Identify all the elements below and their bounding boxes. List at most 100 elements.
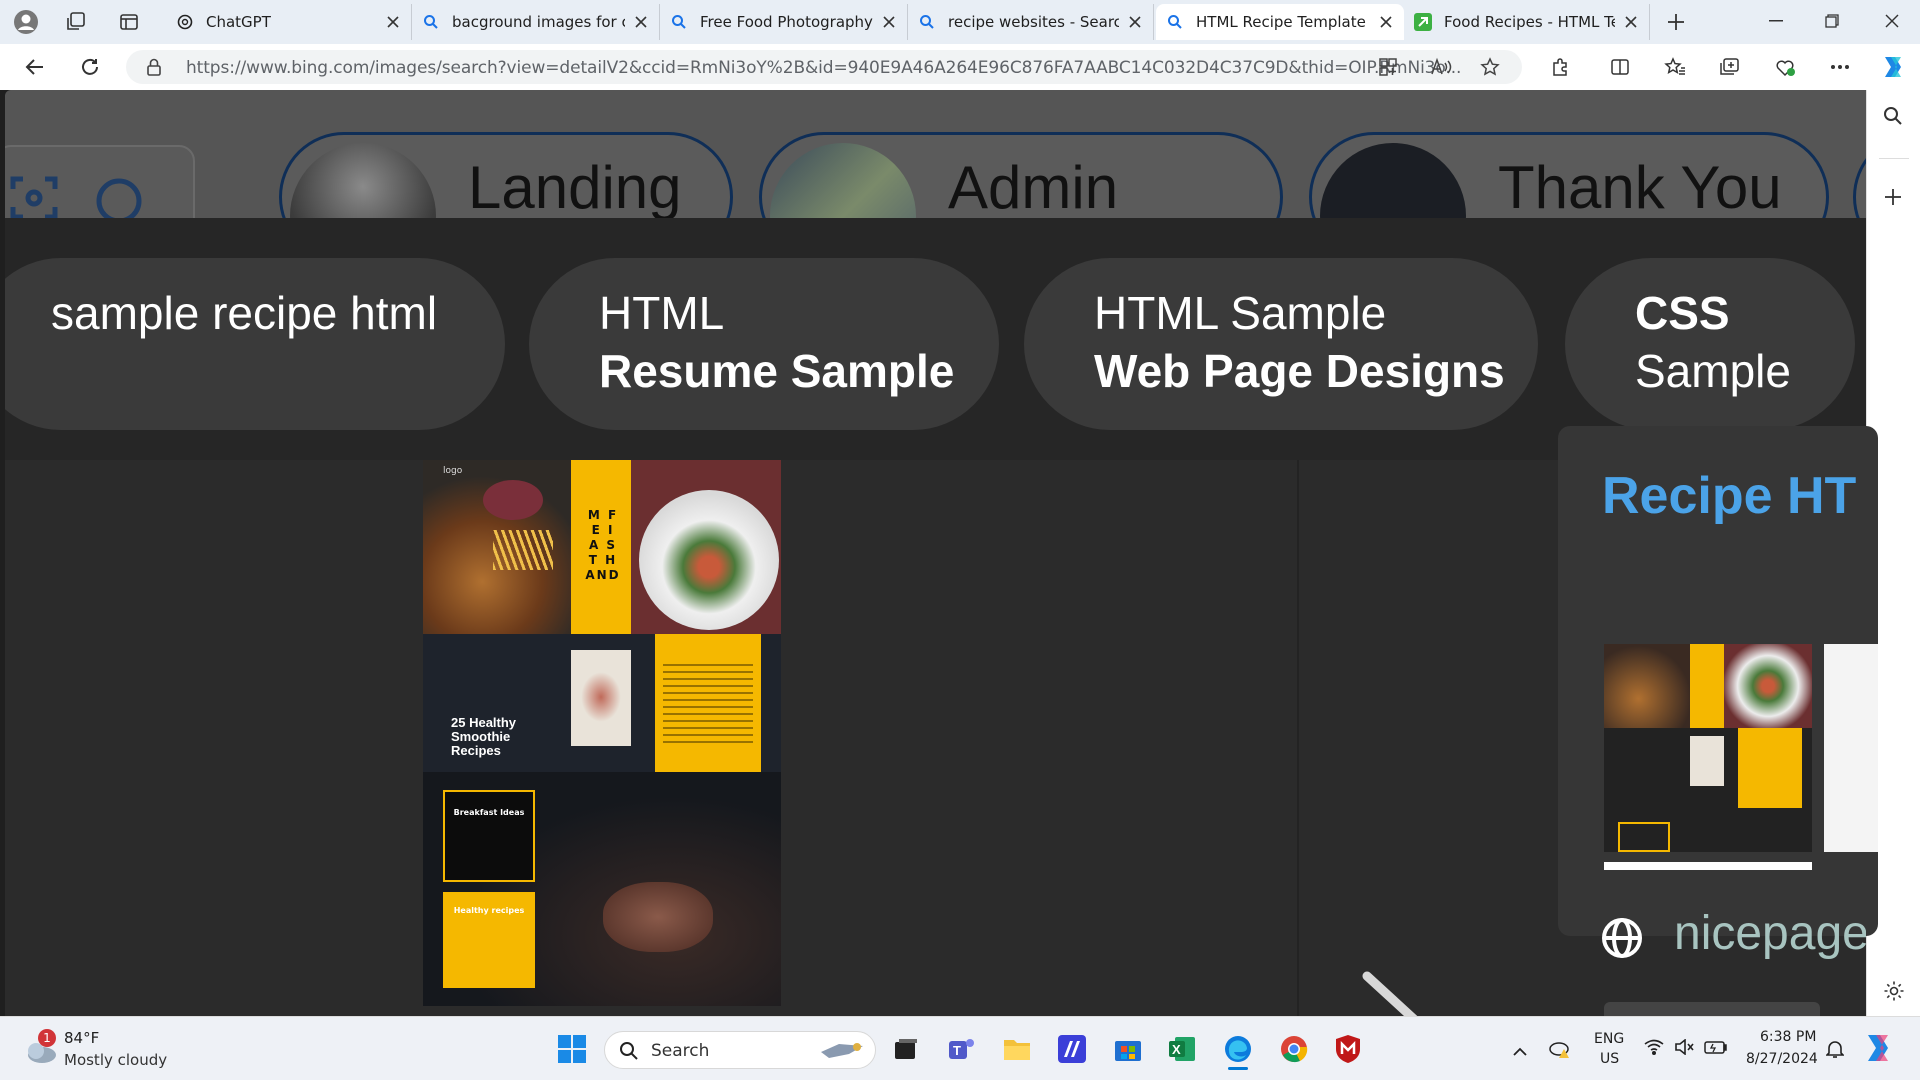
volume-muted-icon[interactable] [1674,1038,1694,1059]
close-icon[interactable] [881,14,897,30]
new-tab-icon[interactable] [1660,6,1692,38]
related-search-line1: HTML [599,287,725,339]
close-icon[interactable] [633,14,649,30]
related-search-line1: HTML Sample [1094,287,1387,339]
second-thumbnail[interactable] [1824,644,1878,852]
url-text: https://www.bing.com/images/search?view=… [186,58,1462,78]
tab-html-recipe-template[interactable]: HTML Recipe Template - S [1156,4,1404,40]
taskbar-search-box[interactable]: Search [604,1031,876,1069]
close-icon[interactable] [1127,14,1143,30]
search-icon[interactable] [1883,106,1903,130]
close-icon[interactable] [1623,14,1639,30]
clock-time[interactable]: 6:38 PM [1760,1029,1816,1045]
weather-description[interactable]: Mostly cloudy [64,1051,167,1069]
related-search-html-resume-sample[interactable]: HTML Resume Sample [529,258,999,430]
svg-text:X: X [1172,1042,1181,1057]
notification-bell-icon[interactable] [1825,1039,1845,1063]
breakfast-box: Breakfast Ideas [443,790,535,882]
extensions-icon[interactable] [1545,52,1575,82]
mcafee-icon[interactable] [1330,1031,1366,1067]
related-search-line1: sample recipe html [51,287,438,339]
language-line1[interactable]: ENG [1594,1031,1624,1047]
close-icon[interactable] [385,14,401,30]
close-icon[interactable] [1378,14,1394,30]
teams-icon[interactable]: T [944,1031,980,1067]
windows-taskbar: 1 84°F Mostly cloudy Search T X ENG US 6… [0,1016,1920,1080]
tab-food-recipes[interactable]: Food Recipes - HTML Tem [1404,4,1650,40]
search-placeholder: Search [651,1041,710,1061]
url-field[interactable]: https://www.bing.com/images/search?view=… [126,50,1522,84]
battery-icon[interactable] [1704,1039,1728,1059]
tab-free-food-photography[interactable]: Free Food Photography - [660,4,908,40]
related-search-html-sample-web-page-designs[interactable]: HTML Sample Web Page Designs [1024,258,1538,430]
source-domain[interactable]: nicepage [1674,906,1866,961]
address-bar-row: https://www.bing.com/images/search?view=… [0,44,1920,90]
tab-label: HTML Recipe Template - S [1196,13,1370,31]
main-preview-image[interactable]: logo M F E I A S T H AND 25 Healthy Smoo… [423,460,781,1006]
related-search-line1: CSS [1635,287,1730,339]
collections-icon[interactable] [1714,52,1744,82]
related-templates-strip: Landing Admin Thank You [5,90,1866,262]
weather-badge: 1 [38,1029,56,1047]
lock-icon[interactable] [146,58,162,80]
task-view-icon[interactable] [888,1031,924,1067]
app-available-icon[interactable] [1378,57,1398,81]
edge-browser-icon[interactable] [1220,1031,1256,1070]
tab-label: bacground images for coo [452,13,625,31]
more-options-icon[interactable] [1825,52,1855,82]
windows-start-icon[interactable] [554,1031,590,1067]
back-icon[interactable] [20,52,50,82]
refresh-icon[interactable] [75,52,105,82]
plate-photo [631,460,781,634]
image-source-card[interactable]: Recipe HT [1558,426,1878,936]
next-arrow-icon[interactable] [1361,970,1421,1016]
weather-cloud-icon[interactable]: 1 [20,1029,60,1069]
chrome-icon[interactable] [1276,1031,1312,1067]
related-search-sample-recipe-html[interactable]: sample recipe html [5,258,505,430]
profile-icon[interactable] [10,6,42,38]
file-explorer-icon[interactable] [999,1031,1035,1067]
store-icon[interactable] [1110,1031,1146,1067]
bing-search-icon [670,13,688,31]
tab-bacground-images[interactable]: bacground images for coo [412,4,660,40]
source-page-title[interactable]: Recipe HT [1602,466,1856,526]
copilot-taskbar-icon[interactable] [1862,1033,1894,1067]
svg-text:T: T [953,1043,961,1058]
wifi-icon[interactable] [1644,1039,1664,1059]
split-screen-icon[interactable] [1605,52,1635,82]
related-search-css-sample[interactable]: CSS Sample [1565,258,1855,430]
tab-actions-icon[interactable] [113,6,145,38]
excel-icon[interactable]: X [1164,1031,1200,1067]
read-aloud-icon[interactable] [1430,57,1452,81]
settings-gear-icon[interactable] [1883,980,1905,1006]
workspaces-icon[interactable] [60,6,92,38]
restore-icon[interactable] [1804,0,1860,42]
browser-essentials-icon[interactable] [1770,52,1800,82]
copilot-icon[interactable] [1878,52,1908,82]
chevron-up-icon[interactable] [1512,1041,1528,1060]
pane-divider [1297,460,1299,1016]
favorite-star-icon[interactable] [1480,57,1500,81]
smoothie-heading: 25 Healthy Smoothie Recipes [451,715,517,758]
small-food-photo [571,650,631,746]
source-thumbnail[interactable] [1604,644,1812,852]
tab-chatgpt[interactable]: ChatGPT [166,4,412,40]
clock-date[interactable]: 8/27/2024 [1746,1051,1818,1067]
ai-app-icon[interactable] [1054,1031,1090,1067]
tab-label: recipe websites - Search [948,13,1119,31]
window-close-icon[interactable] [1864,0,1920,42]
minimize-icon[interactable] [1748,0,1804,42]
favorites-icon[interactable] [1660,52,1690,82]
pill-label: Thank You [1498,154,1782,221]
logo-text: logo [443,466,463,476]
tab-recipe-websites[interactable]: recipe websites - Search [908,4,1154,40]
healthy-recipes-box: Healthy recipes [443,892,535,988]
language-line2[interactable]: US [1600,1051,1619,1067]
search-highlight-icon [819,1038,867,1066]
weather-temp[interactable]: 84°F [64,1029,99,1047]
visit-site-button[interactable] [1604,1002,1820,1016]
onedrive-warning-icon[interactable] [1548,1037,1572,1063]
add-icon[interactable] [1884,188,1902,210]
pill-label: Admin [948,154,1119,221]
related-searches: sample recipe html HTML Resume Sample HT… [5,218,1866,460]
